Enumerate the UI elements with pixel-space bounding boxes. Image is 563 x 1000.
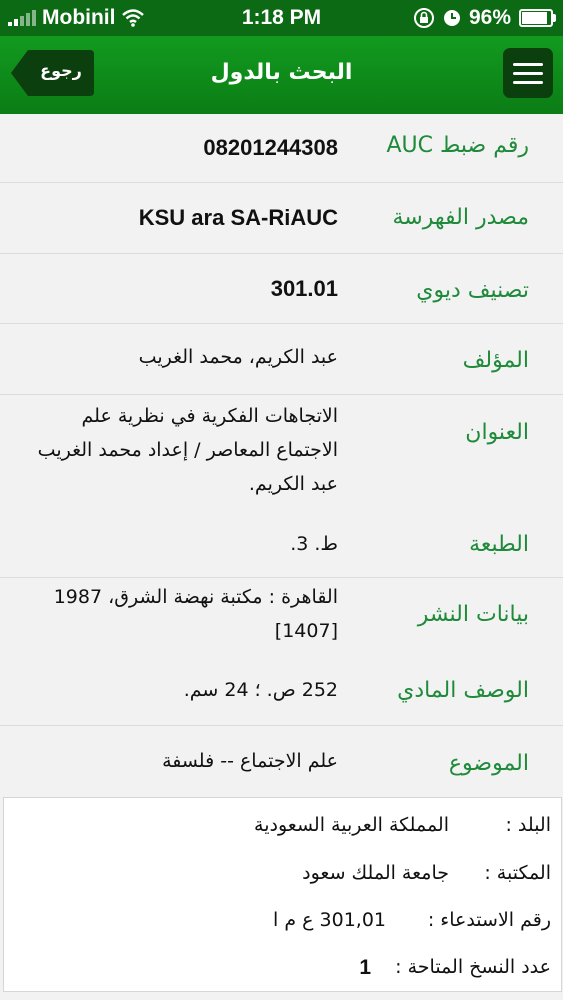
holding-label: عدد النسخ المتاحة :	[395, 956, 551, 978]
record-value: KSU ara SA-RiAUC	[138, 205, 338, 230]
record-value: ط. 3.	[290, 533, 338, 555]
record-row-physical: الوصف المادي 252 ص. ؛ 24 سم.	[0, 656, 563, 726]
record-label: بيانات النشر	[417, 602, 529, 627]
page-title: البحث بالدول	[210, 60, 353, 85]
holdings-card: البلد : المملكة العربية السعودية المكتبة…	[3, 797, 562, 992]
battery-percent: 96%	[468, 6, 511, 29]
back-button[interactable]: رجوع	[10, 49, 95, 97]
record-value: علم الاجتماع -- فلسفة	[162, 750, 338, 772]
hamburger-icon	[513, 62, 543, 66]
record-label: المؤلف	[462, 348, 529, 373]
record-row-control-number: رقم ضبط AUC 08201244308	[0, 114, 563, 183]
nav-bar: رجوع البحث بالدول	[0, 36, 563, 114]
record-value: 301.01	[270, 276, 338, 301]
record-label: تصنيف ديوي	[416, 278, 529, 303]
record-value: القاهرة : مكتبة نهضة الشرق، 1987 [1407]	[53, 586, 338, 642]
record-value: 08201244308	[203, 135, 338, 160]
record-label: الوصف المادي	[397, 678, 529, 703]
holding-value: 301,01 ع م ا	[273, 909, 386, 931]
record-row-author: المؤلف عبد الكريم، محمد الغريب	[0, 324, 563, 395]
holding-label: البلد :	[505, 814, 551, 836]
record-row-title: العنوان الاتجاهات الفكرية في نظرية علم ا…	[0, 395, 563, 565]
record-row-publication: بيانات النشر القاهرة : مكتبة نهضة الشرق،…	[0, 577, 563, 657]
holding-value: جامعة الملك سعود	[302, 862, 449, 884]
holding-value: المملكة العربية السعودية	[254, 814, 449, 836]
battery-icon	[519, 9, 556, 27]
record-value: 252 ص. ؛ 24 سم.	[183, 679, 338, 701]
back-button-label: رجوع	[40, 61, 82, 80]
record-label: مصدر الفهرسة	[392, 205, 529, 230]
status-right: 96%	[413, 6, 556, 30]
alarm-icon	[443, 10, 460, 26]
menu-button[interactable]	[503, 48, 553, 98]
rotation-lock-icon	[413, 8, 434, 28]
holding-label: المكتبة :	[484, 862, 551, 884]
record-label: الموضوع	[448, 751, 529, 776]
record-label: العنوان	[465, 420, 529, 445]
record-row-subject: الموضوع علم الاجتماع -- فلسفة	[0, 726, 563, 796]
status-bar: Mobinil 1:18 PM 96%	[0, 0, 563, 36]
record-row-dewey: تصنيف ديوي 301.01	[0, 254, 563, 324]
record-label: رقم ضبط AUC	[386, 133, 530, 158]
record-value: عبد الكريم، محمد الغريب	[138, 346, 338, 368]
record-value: الاتجاهات الفكرية في نظرية علم الاجتماع …	[37, 405, 338, 495]
record-row-catalog-source: مصدر الفهرسة KSU ara SA-RiAUC	[0, 183, 563, 254]
record-label: الطبعة	[469, 532, 529, 557]
holding-label: رقم الاستدعاء :	[427, 909, 551, 931]
holding-value: 1	[359, 956, 371, 979]
